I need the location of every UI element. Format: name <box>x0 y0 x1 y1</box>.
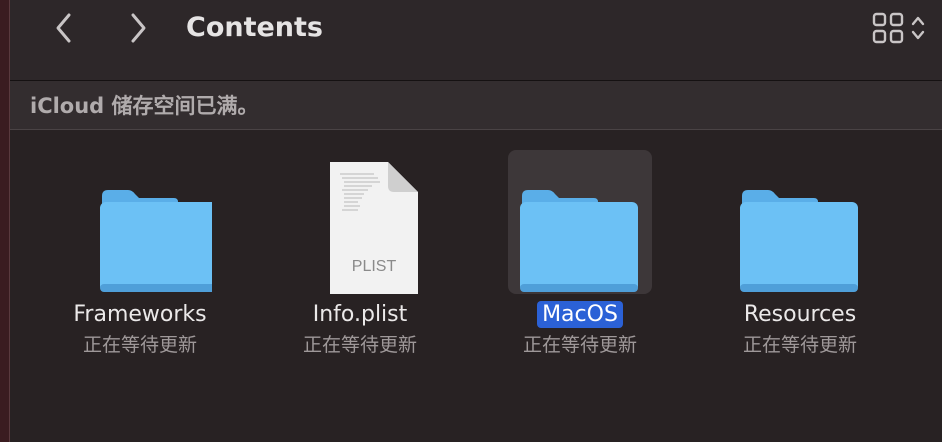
view-mode-button[interactable] <box>870 10 942 46</box>
item-icon <box>68 150 212 294</box>
item-icon-selected <box>508 150 652 294</box>
item-status: 正在等待更新 <box>522 334 637 356</box>
window-edge <box>0 0 10 442</box>
file-grid: Frameworks 正在等待更新 PLIST Info.plist 正在等待更… <box>10 130 942 442</box>
forward-button[interactable] <box>120 10 156 46</box>
item-name: Info.plist <box>248 298 472 332</box>
icloud-storage-banner: iCloud 储存空间已满。 <box>10 81 942 130</box>
item-status: 正在等待更新 <box>82 334 197 356</box>
item-name: MacOS <box>468 298 692 332</box>
item-name-text: Frameworks <box>73 302 207 327</box>
plist-file-icon: PLIST <box>330 162 418 294</box>
item-name-text: Info.plist <box>312 302 408 327</box>
chevron-updown-icon <box>911 16 925 40</box>
banner-text: iCloud 储存空间已满。 <box>30 94 259 118</box>
plist-badge: PLIST <box>352 258 397 275</box>
item-status: 正在等待更新 <box>302 334 417 356</box>
file-item-resources[interactable]: Resources 正在等待更新 <box>688 130 908 370</box>
item-icon <box>728 150 872 294</box>
back-button[interactable] <box>46 10 82 46</box>
item-name-text: MacOS <box>537 301 623 328</box>
file-item-macos[interactable]: MacOS 正在等待更新 <box>468 130 688 370</box>
grid-view-icon <box>872 12 904 44</box>
item-name: Resources <box>688 298 912 332</box>
item-icon: PLIST <box>288 150 432 294</box>
file-item-info-plist[interactable]: PLIST Info.plist 正在等待更新 <box>248 130 468 370</box>
folder-icon <box>100 190 212 292</box>
file-item-frameworks[interactable]: Frameworks 正在等待更新 <box>28 130 248 370</box>
folder-icon <box>740 190 858 292</box>
window-title: Contents <box>186 12 324 43</box>
item-status: 正在等待更新 <box>742 334 857 356</box>
chevron-right-icon <box>131 13 146 43</box>
chevron-left-icon <box>56 13 71 43</box>
finder-window: Contents iCloud 储存空间已满。 Frameworks 正在等待更… <box>10 0 942 442</box>
folder-icon <box>520 190 638 292</box>
toolbar: Contents <box>10 0 942 81</box>
item-name-text: Resources <box>743 302 857 327</box>
item-name: Frameworks <box>28 298 252 332</box>
